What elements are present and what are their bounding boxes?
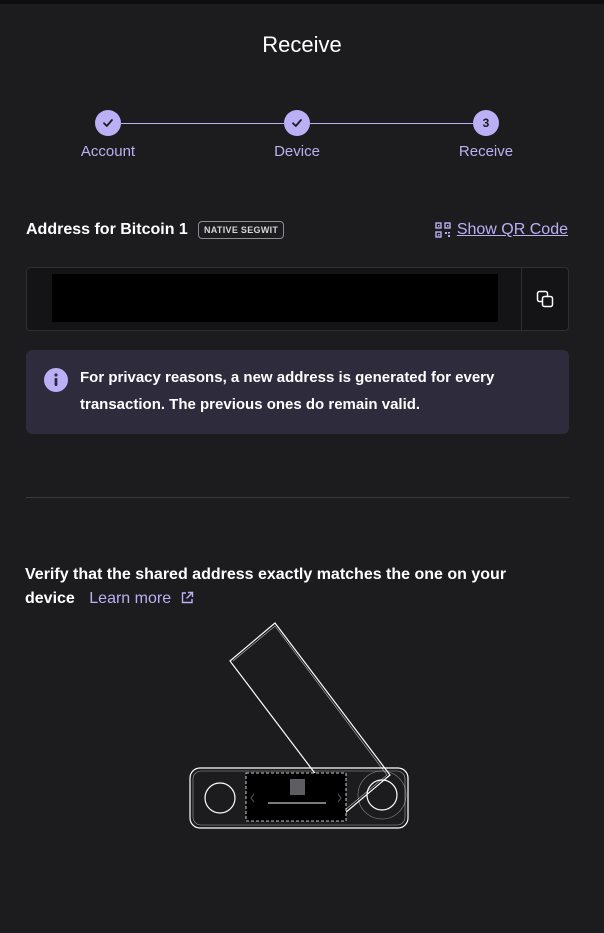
verify-instructions: Verify that the shared address exactly m… (25, 563, 555, 611)
step-label-account: Account (80, 143, 136, 160)
privacy-info-banner: For privacy reasons, a new address is ge… (26, 350, 569, 434)
step-label-receive: Receive (458, 143, 514, 160)
page-title: Receive (262, 32, 342, 57)
address-value-redacted[interactable] (52, 274, 498, 322)
address-type-badge: NATIVE SEGWIT (198, 221, 285, 239)
copy-icon (536, 290, 554, 308)
stepper: 3 Account Device Receive (0, 110, 604, 170)
top-bar (0, 0, 604, 4)
qr-code-icon (435, 222, 451, 238)
info-icon (44, 368, 68, 392)
ledger-device-illustration (189, 622, 409, 829)
step-label-device: Device (274, 143, 320, 160)
step-1-check-icon (95, 110, 121, 136)
address-field[interactable] (26, 267, 569, 331)
address-label: Address for Bitcoin 1 (26, 221, 188, 238)
step-connector-1 (121, 123, 284, 124)
step-2-check-icon (284, 110, 310, 136)
step-3-number: 3 (473, 110, 499, 136)
external-link-icon (181, 591, 193, 604)
show-qr-code-link[interactable]: Show QR Code (435, 221, 568, 239)
learn-more-link[interactable]: Learn more (89, 590, 193, 607)
copy-address-button[interactable] (521, 268, 568, 330)
address-header: Address for Bitcoin 1 NATIVE SEGWIT Show… (26, 221, 568, 241)
privacy-info-text: For privacy reasons, a new address is ge… (80, 369, 495, 413)
learn-more-label: Learn more (89, 590, 172, 607)
divider (26, 497, 569, 498)
show-qr-code-label: Show QR Code (456, 221, 568, 238)
step-connector-2 (310, 123, 473, 124)
